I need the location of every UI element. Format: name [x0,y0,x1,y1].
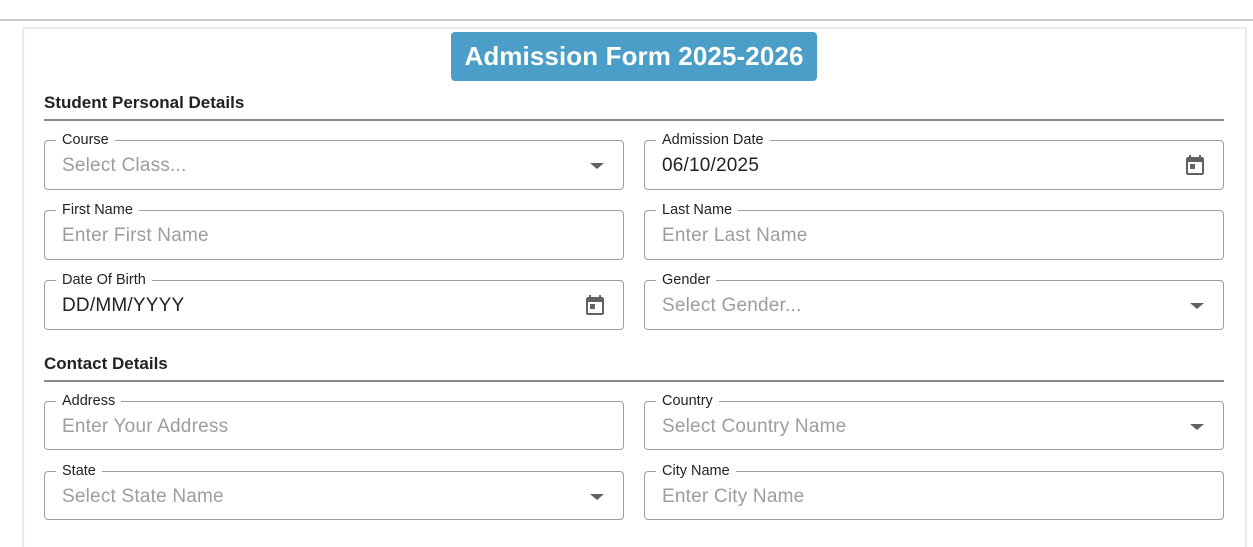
state-label: State [56,462,102,480]
state-placeholder: Select State Name [62,486,224,507]
city-name-label: City Name [656,462,736,480]
admission-date-value: 06/10/2025 [662,155,760,176]
date-of-birth-value: DD/MM/YYYY [62,295,185,316]
address-field[interactable]: Address Enter Your Address [44,392,624,450]
course-select[interactable]: Course Select Class... [44,131,624,190]
country-placeholder: Select Country Name [662,416,847,437]
city-name-field[interactable]: City Name Enter City Name [644,462,1224,520]
city-name-placeholder: Enter City Name [662,486,805,507]
section-title-contact: Contact Details [44,354,1224,382]
country-label: Country [656,392,719,410]
admission-date-label: Admission Date [656,131,770,149]
course-placeholder: Select Class... [62,155,187,176]
admission-date-field[interactable]: Admission Date 06/10/2025 [644,131,1224,190]
last-name-field[interactable]: Last Name Enter Last Name [644,201,1224,260]
chevron-down-icon[interactable] [1190,424,1204,430]
country-select[interactable]: Country Select Country Name [644,392,1224,450]
chevron-down-icon[interactable] [1190,303,1204,309]
first-name-placeholder: Enter First Name [62,225,209,246]
calendar-icon[interactable] [1183,153,1207,177]
last-name-placeholder: Enter Last Name [662,225,808,246]
gender-label: Gender [656,271,717,289]
gender-select[interactable]: Gender Select Gender... [644,271,1224,330]
address-placeholder: Enter Your Address [62,416,229,437]
chevron-down-icon[interactable] [590,494,604,500]
chevron-down-icon[interactable] [590,163,604,169]
calendar-icon[interactable] [583,293,607,317]
date-of-birth-field[interactable]: Date Of Birth DD/MM/YYYY [44,271,624,330]
gender-placeholder: Select Gender... [662,295,802,316]
date-of-birth-label: Date Of Birth [56,271,152,289]
first-name-field[interactable]: First Name Enter First Name [44,201,624,260]
state-select[interactable]: State Select State Name [44,462,624,520]
last-name-label: Last Name [656,201,739,219]
form-title-banner: Admission Form 2025-2026 [451,32,817,81]
section-title-personal: Student Personal Details [44,93,1224,121]
first-name-label: First Name [56,201,139,219]
top-bar [0,0,1253,21]
course-label: Course [56,131,115,149]
address-label: Address [56,392,122,410]
